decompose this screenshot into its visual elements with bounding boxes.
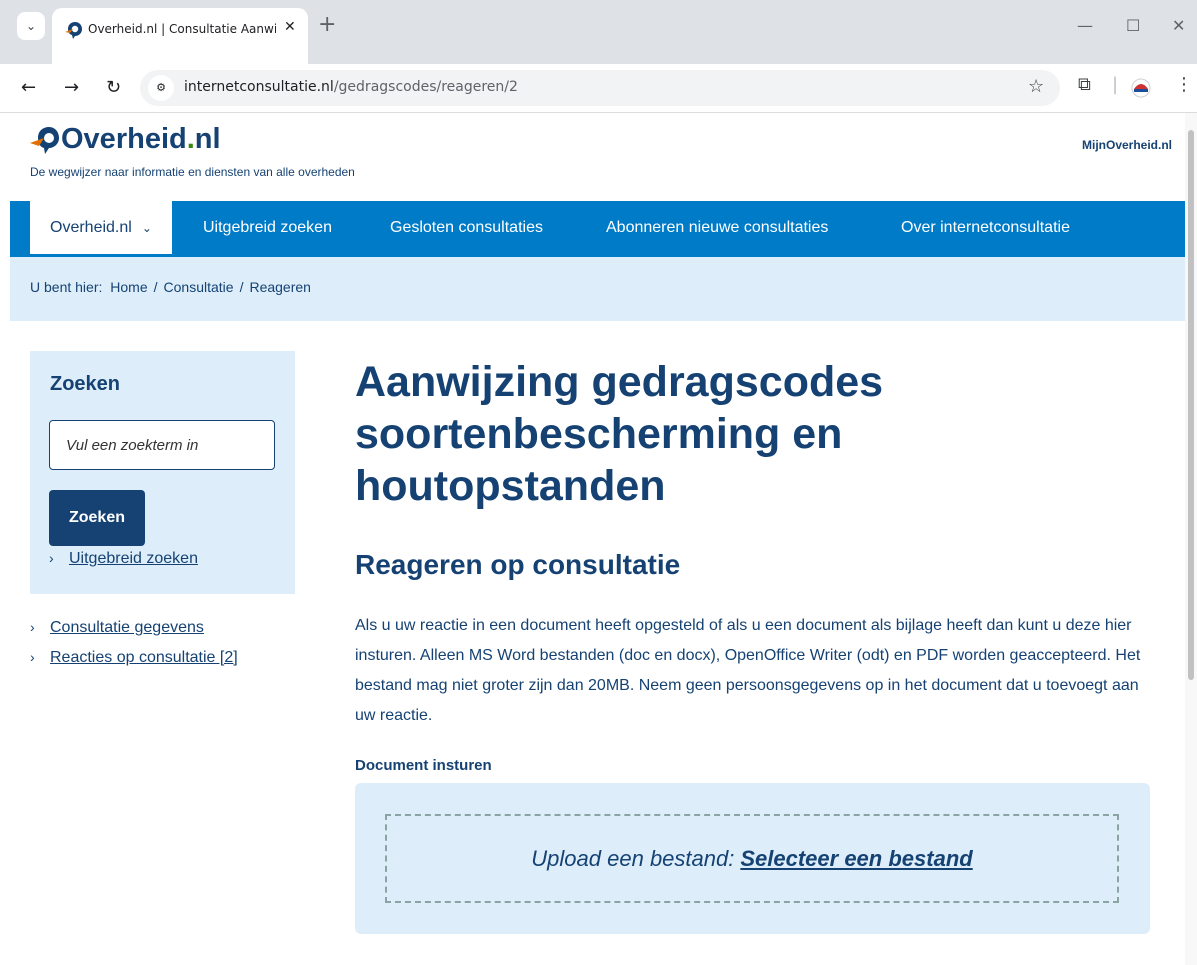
minimize-icon[interactable]: —: [1077, 18, 1093, 34]
extensions-icon[interactable]: ⧉: [1078, 74, 1091, 95]
advanced-search-label: Uitgebreid zoeken: [69, 550, 198, 567]
sidebar-link-reacties[interactable]: › Reacties op consultatie [2]: [30, 649, 238, 667]
chevron-down-icon: ⌄: [141, 221, 152, 235]
breadcrumb-consultatie[interactable]: Consultatie: [164, 279, 234, 295]
chevron-right-icon: ›: [49, 550, 54, 566]
nav-item-overheid[interactable]: Overheid.nl ⌄: [30, 201, 172, 257]
breadcrumb-separator: /: [153, 279, 158, 295]
close-window-icon[interactable]: ✕: [1172, 18, 1185, 34]
search-input[interactable]: [49, 420, 275, 470]
chevron-right-icon: ›: [30, 649, 35, 665]
site-tagline: De wegwijzer naar informatie en diensten…: [30, 165, 355, 179]
breadcrumb-reageren: Reageren: [249, 279, 311, 295]
overheid-logo[interactable]: Overheid. nl: [30, 123, 221, 156]
new-tab-icon[interactable]: +: [318, 14, 336, 36]
breadcrumb: U bent hier: Home / Consultatie / Reageren: [30, 279, 311, 295]
upload-prefix: Upload een bestand:: [531, 845, 735, 871]
search-button[interactable]: Zoeken: [49, 490, 145, 546]
web-page: Overheid. nl De wegwijzer naar informatie…: [0, 113, 1185, 965]
address-bar[interactable]: ⚙ internetconsultatie.nl/gedragscodes/re…: [140, 70, 1060, 106]
overheid-favicon-icon: [65, 22, 82, 39]
browser-menu-icon[interactable]: ⋮: [1175, 74, 1193, 95]
maximize-icon[interactable]: ☐: [1126, 18, 1140, 34]
site-info-icon[interactable]: ⚙: [148, 75, 174, 101]
advanced-search-link[interactable]: › Uitgebreid zoeken: [49, 550, 198, 568]
reload-icon[interactable]: ↻: [106, 74, 121, 102]
breadcrumb-bar: U bent hier: Home / Consultatie / Reageren: [10, 257, 1185, 321]
logo-dot: .: [186, 123, 195, 155]
intro-text: Als u uw reactie in een document heeft o…: [355, 617, 1141, 724]
sidebar-link-consultatie-gegevens[interactable]: › Consultatie gegevens: [30, 619, 204, 637]
browser-toolbar: ← → ↻ ⚙ internetconsultatie.nl/gedragsco…: [0, 64, 1197, 113]
browser-tabstrip: ⌄ Overheid.nl | Consultatie Aanwij ✕ + —…: [0, 0, 1197, 64]
sidebar-link-label: Consultatie gegevens: [50, 619, 204, 636]
upload-panel: Upload een bestand: Selecteer een bestan…: [355, 783, 1150, 934]
breadcrumb-separator: /: [239, 279, 244, 295]
tab-close-icon[interactable]: ✕: [284, 19, 296, 35]
nav-item-label: Overheid.nl: [50, 219, 132, 236]
breadcrumb-home[interactable]: Home: [110, 279, 147, 295]
nav-item-uitgebreid-zoeken[interactable]: Uitgebreid zoeken: [203, 201, 332, 257]
nav-item-gesloten-consultaties[interactable]: Gesloten consultaties: [390, 201, 543, 257]
file-dropzone[interactable]: Upload een bestand: Selecteer een bestan…: [385, 814, 1119, 903]
chevron-down-icon: ⌄: [25, 19, 37, 33]
mijnoverheid-link[interactable]: MijnOverheid.nl: [1082, 138, 1172, 152]
toolbar-divider: |: [1112, 74, 1119, 95]
nav-item-over[interactable]: Over internetconsultatie: [901, 201, 1070, 257]
profile-avatar-icon[interactable]: [1131, 78, 1151, 98]
select-file-link[interactable]: Selecteer een bestand: [740, 846, 972, 872]
sidebar-link-label: Reacties op consultatie [2]: [50, 649, 238, 666]
breadcrumb-prefix: U bent hier:: [30, 279, 103, 295]
bookmark-star-icon[interactable]: ☆: [1028, 76, 1044, 97]
overheid-logo-icon: [30, 126, 59, 154]
section-title: Reageren op consultatie: [355, 549, 681, 580]
search-title: Zoeken: [50, 373, 121, 395]
upload-label: Document insturen: [355, 757, 492, 774]
logo-text: Overheid: [61, 123, 187, 155]
sidebar-search-panel: Zoeken Zoeken › Uitgebreid zoeken: [30, 351, 295, 594]
nav-item-abonneren[interactable]: Abonneren nieuwe consultaties: [606, 201, 828, 257]
browser-tab-active[interactable]: Overheid.nl | Consultatie Aanwij ✕: [52, 8, 308, 64]
main-navigation: Overheid.nl ⌄ Uitgebreid zoeken Gesloten …: [10, 201, 1185, 257]
forward-arrow-icon[interactable]: →: [64, 74, 79, 102]
tab-search-button[interactable]: ⌄: [17, 12, 45, 40]
scrollbar-thumb[interactable]: [1188, 130, 1194, 680]
url-text[interactable]: internetconsultatie.nl/gedragscodes/reag…: [184, 79, 518, 95]
page-title: Aanwijzing gedragscodes soortenbeschermi…: [355, 358, 884, 510]
tab-title: Overheid.nl | Consultatie Aanwij: [88, 22, 276, 36]
logo-tld: nl: [194, 123, 221, 155]
back-arrow-icon[interactable]: ←: [21, 74, 36, 102]
chevron-right-icon: ›: [30, 619, 35, 635]
